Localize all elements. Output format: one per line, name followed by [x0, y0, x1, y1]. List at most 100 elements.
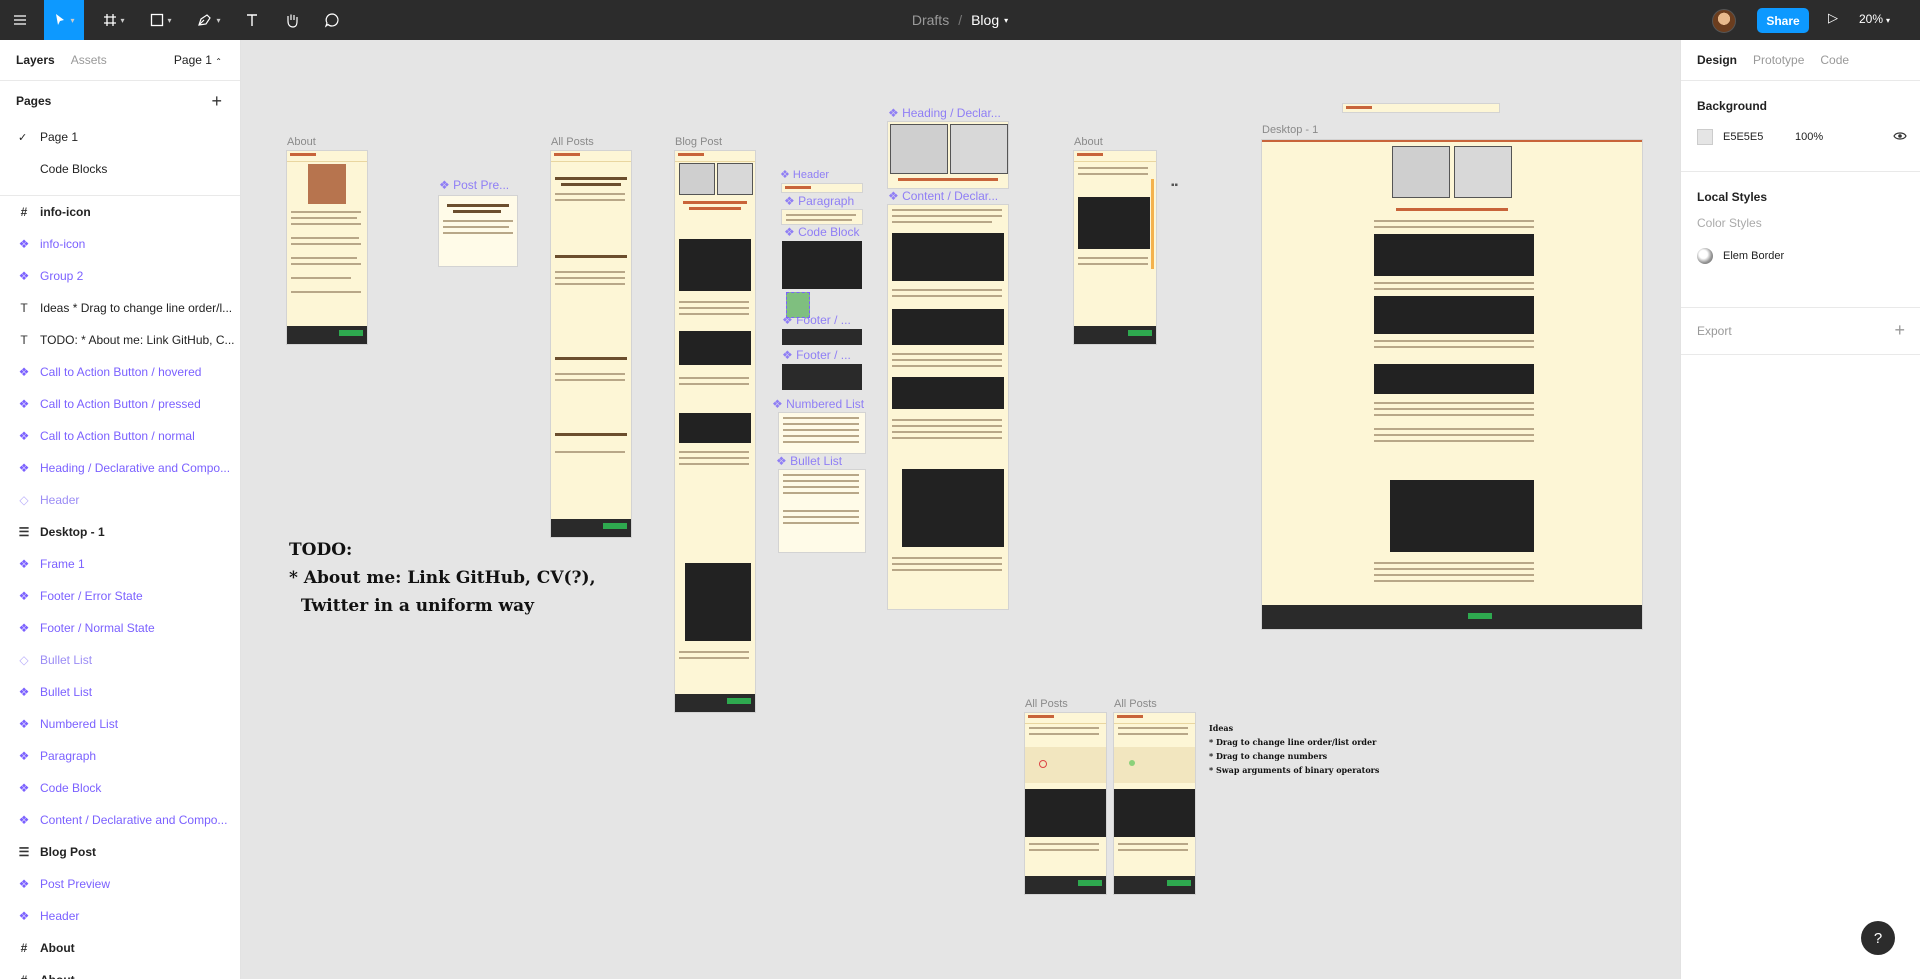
layer-item[interactable]: ❖ Post Preview [0, 868, 240, 900]
layer-item[interactable]: # info-icon [0, 196, 240, 228]
component-label-header[interactable]: ❖ Header [780, 168, 829, 181]
layer-item[interactable]: # About [0, 932, 240, 964]
background-section: Background E5E5E5 100% [1681, 81, 1920, 172]
frame-post-preview[interactable] [439, 196, 517, 266]
background-hex-input[interactable]: E5E5E5 [1723, 131, 1795, 143]
component-buttons[interactable] [786, 292, 810, 318]
code-block [679, 413, 751, 443]
frame-tool-button[interactable]: ▾ [98, 0, 130, 40]
frame-label-blog-post[interactable]: Blog Post [675, 136, 722, 148]
pen-tool-button[interactable]: ▾ [193, 0, 225, 40]
help-button[interactable]: ? [1861, 921, 1895, 955]
component-label-footer-b[interactable]: ❖ Footer / ... [782, 348, 851, 362]
frame-label-all-posts-b2[interactable]: All Posts [1114, 698, 1157, 710]
frame-all-posts-b1[interactable] [1025, 713, 1106, 894]
layer-item[interactable]: ❖ Code Block [0, 772, 240, 804]
layer-item[interactable]: ❖ Heading / Declarative and Compo... [0, 452, 240, 484]
layer-item[interactable]: ☰ Desktop - 1 [0, 516, 240, 548]
layer-item[interactable]: ❖ Frame 1 [0, 548, 240, 580]
layer-item[interactable]: ❖ Numbered List [0, 708, 240, 740]
comment-tool-button[interactable] [320, 0, 344, 40]
frame-desktop[interactable] [1262, 140, 1642, 629]
text-tool-button[interactable] [240, 0, 264, 40]
layer-item[interactable]: ❖ Group 2 [0, 260, 240, 292]
code-block [892, 233, 1004, 281]
layer-item[interactable]: ❖ info-icon [0, 228, 240, 260]
component-label-bullet-list[interactable]: ❖ Bullet List [776, 454, 842, 468]
effect-style-item[interactable]: Elem Border [1681, 240, 1920, 272]
zoom-control[interactable]: 20% ▾ [1859, 12, 1890, 26]
code-block [1374, 234, 1534, 276]
frame-blog-post[interactable] [675, 151, 755, 712]
component-footer-a[interactable] [782, 329, 862, 345]
frame-label-all-posts[interactable]: All Posts [551, 136, 594, 148]
background-opacity-input[interactable]: 100% [1795, 131, 1823, 143]
layer-label: TODO: * About me: Link GitHub, C... [40, 333, 235, 347]
move-tool-button[interactable]: ▾ [44, 0, 84, 40]
frame-label-about[interactable]: About [287, 136, 316, 148]
component-label-numbered-list[interactable]: ❖ Numbered List [772, 397, 864, 411]
canvas[interactable]: About All Posts Blog Post About Desktop … [241, 40, 1679, 979]
layer-item[interactable]: ❖ Footer / Normal State [0, 612, 240, 644]
play-icon[interactable]: ▷ [1828, 10, 1838, 26]
frame-label-all-posts-b1[interactable]: All Posts [1025, 698, 1068, 710]
layer-item[interactable]: T Ideas * Drag to change line order/l... [0, 292, 240, 324]
component-footer-b[interactable] [782, 364, 862, 390]
frame-label-about-2[interactable]: About [1074, 136, 1103, 148]
layer-item[interactable]: ❖ Paragraph [0, 740, 240, 772]
layer-item[interactable]: ❖ Bullet List [0, 676, 240, 708]
frame-all-posts-b2[interactable] [1114, 713, 1195, 894]
layer-item[interactable]: ❖ Footer / Error State [0, 580, 240, 612]
component-code-block[interactable] [782, 241, 862, 289]
resize-handle-icon[interactable]: ▪▪ [1171, 180, 1178, 191]
todo-note[interactable]: TODO: * About me: Link GitHub, CV(?), Tw… [289, 536, 595, 620]
layer-item[interactable]: ❖ Call to Action Button / hovered [0, 356, 240, 388]
tab-design[interactable]: Design [1697, 53, 1737, 67]
eye-icon[interactable] [1893, 130, 1907, 144]
avatar[interactable] [1712, 9, 1736, 33]
add-page-icon[interactable]: + [211, 91, 222, 112]
chevron-down-icon[interactable]: ▾ [1004, 16, 1008, 25]
component-label-paragraph[interactable]: ❖ Paragraph [784, 194, 854, 208]
frame-about-2[interactable] [1074, 151, 1156, 344]
add-export-icon[interactable]: + [1894, 320, 1905, 341]
frame-all-posts[interactable] [551, 151, 631, 537]
component-label-code-block[interactable]: ❖ Code Block [784, 225, 859, 239]
share-button[interactable]: Share [1757, 8, 1809, 33]
layer-item[interactable]: ◇ Bullet List [0, 644, 240, 676]
component-numbered-list[interactable] [779, 413, 865, 453]
layer-item[interactable]: ❖ Call to Action Button / normal [0, 420, 240, 452]
page-item[interactable]: Code Blocks [0, 153, 240, 185]
component-heading[interactable] [888, 122, 1008, 188]
component-header[interactable] [782, 184, 862, 192]
breadcrumb-project[interactable]: Drafts [912, 12, 949, 28]
layer-item[interactable]: # About [0, 964, 240, 979]
shape-tool-button[interactable]: ▾ [145, 0, 177, 40]
breadcrumb-file[interactable]: Blog [971, 12, 999, 28]
frame-label-desktop[interactable]: Desktop - 1 [1262, 124, 1318, 136]
component-paragraph[interactable] [782, 210, 862, 224]
layer-item[interactable]: ❖ Content / Declarative and Compo... [0, 804, 240, 836]
layer-item[interactable]: ❖ Call to Action Button / pressed [0, 388, 240, 420]
background-swatch[interactable] [1697, 129, 1713, 145]
component-bullet-list[interactable] [779, 470, 865, 552]
layer-item[interactable]: ❖ Header [0, 900, 240, 932]
menu-icon[interactable] [0, 0, 40, 40]
tab-layers[interactable]: Layers [16, 53, 55, 67]
ideas-note[interactable]: Ideas * Drag to change line order/list o… [1209, 721, 1379, 777]
hand-tool-button[interactable] [280, 0, 304, 40]
component-label-post-preview[interactable]: ❖ Post Pre... [439, 178, 509, 192]
tab-prototype[interactable]: Prototype [1753, 53, 1804, 67]
frame-about[interactable] [287, 151, 367, 344]
tab-code[interactable]: Code [1820, 53, 1849, 67]
component-label-heading[interactable]: ❖ Heading / Declar... [888, 106, 1001, 120]
page-selector[interactable]: Page 1 ⌃ [174, 53, 222, 67]
layer-item[interactable]: T TODO: * About me: Link GitHub, C... [0, 324, 240, 356]
component-label-content[interactable]: ❖ Content / Declar... [888, 189, 998, 203]
layer-item[interactable]: ☰ Blog Post [0, 836, 240, 868]
desktop-header-component[interactable] [1343, 104, 1499, 112]
page-item[interactable]: ✓ Page 1 [0, 121, 240, 153]
tab-assets[interactable]: Assets [71, 53, 107, 67]
component-content[interactable] [888, 205, 1008, 609]
layer-item[interactable]: ◇ Header [0, 484, 240, 516]
